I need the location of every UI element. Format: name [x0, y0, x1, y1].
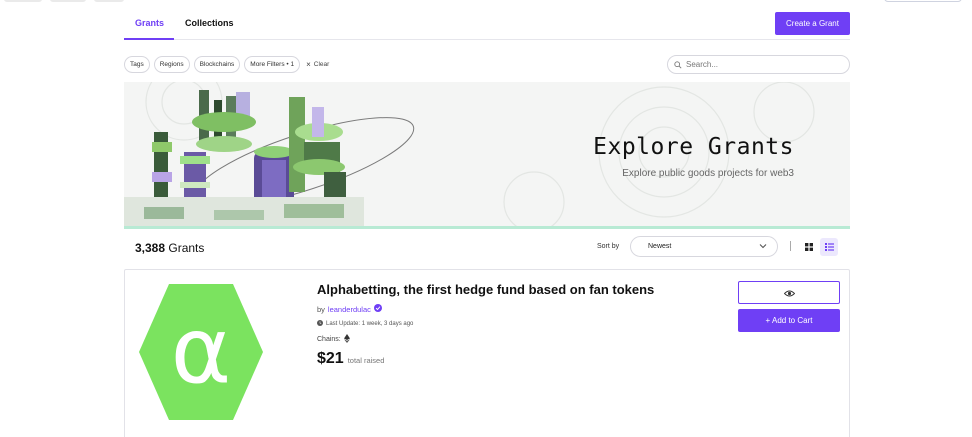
tab-grants[interactable]: Grants	[135, 18, 164, 28]
banner-accent-line	[124, 226, 850, 229]
eye-icon	[783, 284, 795, 302]
sort-value: Newest	[648, 243, 672, 250]
close-icon: ×	[306, 60, 311, 69]
byline-prefix: by	[317, 304, 325, 314]
last-update-text: Last Update: 1 week, 3 days ago	[326, 321, 414, 327]
grants-count-number: 3,388	[135, 241, 166, 255]
grant-logo-glyph: α	[171, 297, 232, 404]
filter-chip-regions[interactable]: Regions	[153, 56, 190, 73]
grant-byline: by leanderdulac	[317, 304, 382, 314]
search-input[interactable]	[686, 60, 836, 69]
ethereum-icon	[343, 334, 350, 345]
amount-label: total raised	[347, 356, 385, 365]
clear-filters-button[interactable]: × Clear	[306, 60, 329, 69]
clock-icon	[317, 320, 323, 328]
top-bar-remnant	[0, 0, 972, 4]
filter-bar: Tags Regions Blockchains More Filters • …	[124, 56, 329, 73]
clear-filters-label: Clear	[313, 61, 330, 68]
search-icon	[674, 56, 682, 74]
active-tab-indicator	[124, 38, 174, 40]
chevron-down-icon	[759, 243, 767, 251]
grant-title[interactable]: Alphabetting, the first hedge fund based…	[317, 282, 654, 297]
sort-select[interactable]: Newest	[630, 236, 778, 257]
top-nav-button-remnant[interactable]	[884, 0, 962, 2]
list-view-icon	[824, 238, 834, 256]
grid-view-icon	[805, 238, 813, 256]
list-view-toggle[interactable]	[820, 238, 838, 256]
filter-chip-tags[interactable]: Tags	[124, 56, 150, 73]
top-nav-ghost	[4, 0, 42, 2]
view-divider	[790, 241, 791, 251]
grid-view-toggle[interactable]	[801, 239, 817, 255]
amount-raised: $21 total raised	[317, 350, 384, 368]
top-nav-ghost	[50, 0, 86, 2]
verified-badge-icon	[373, 304, 382, 314]
sort-label: Sort by	[597, 243, 620, 250]
explore-banner: Explore Grants Explore public goods proj…	[124, 82, 850, 227]
grant-card[interactable]: α Alphabetting, the first hedge fund bas…	[124, 269, 850, 437]
add-to-cart-button[interactable]: + Add to Cart	[738, 309, 840, 332]
view-grant-button[interactable]	[738, 281, 840, 304]
search-box	[667, 55, 850, 74]
banner-title: Explore Grants	[593, 134, 794, 160]
top-nav-ghost	[94, 0, 124, 2]
tab-collections[interactable]: Collections	[185, 18, 234, 28]
filter-chip-blockchains[interactable]: Blockchains	[193, 56, 241, 73]
grant-logo: α	[139, 282, 263, 427]
grants-count-label: Grants	[165, 241, 205, 255]
chains-label: Chains:	[317, 336, 341, 343]
filter-chip-more-filters[interactable]: More Filters • 1	[244, 56, 301, 73]
last-update: Last Update: 1 week, 3 days ago	[317, 320, 413, 328]
banner-subtitle: Explore public goods projects for web3	[622, 168, 794, 179]
amount-value: $21	[317, 350, 344, 367]
grant-chains: Chains:	[317, 334, 350, 345]
grants-count: 3,388 Grants	[135, 241, 204, 255]
author-link[interactable]: leanderdulac	[328, 305, 371, 314]
tab-bar: Grants Collections	[124, 14, 850, 40]
create-grant-button[interactable]: Create a Grant	[775, 12, 850, 35]
